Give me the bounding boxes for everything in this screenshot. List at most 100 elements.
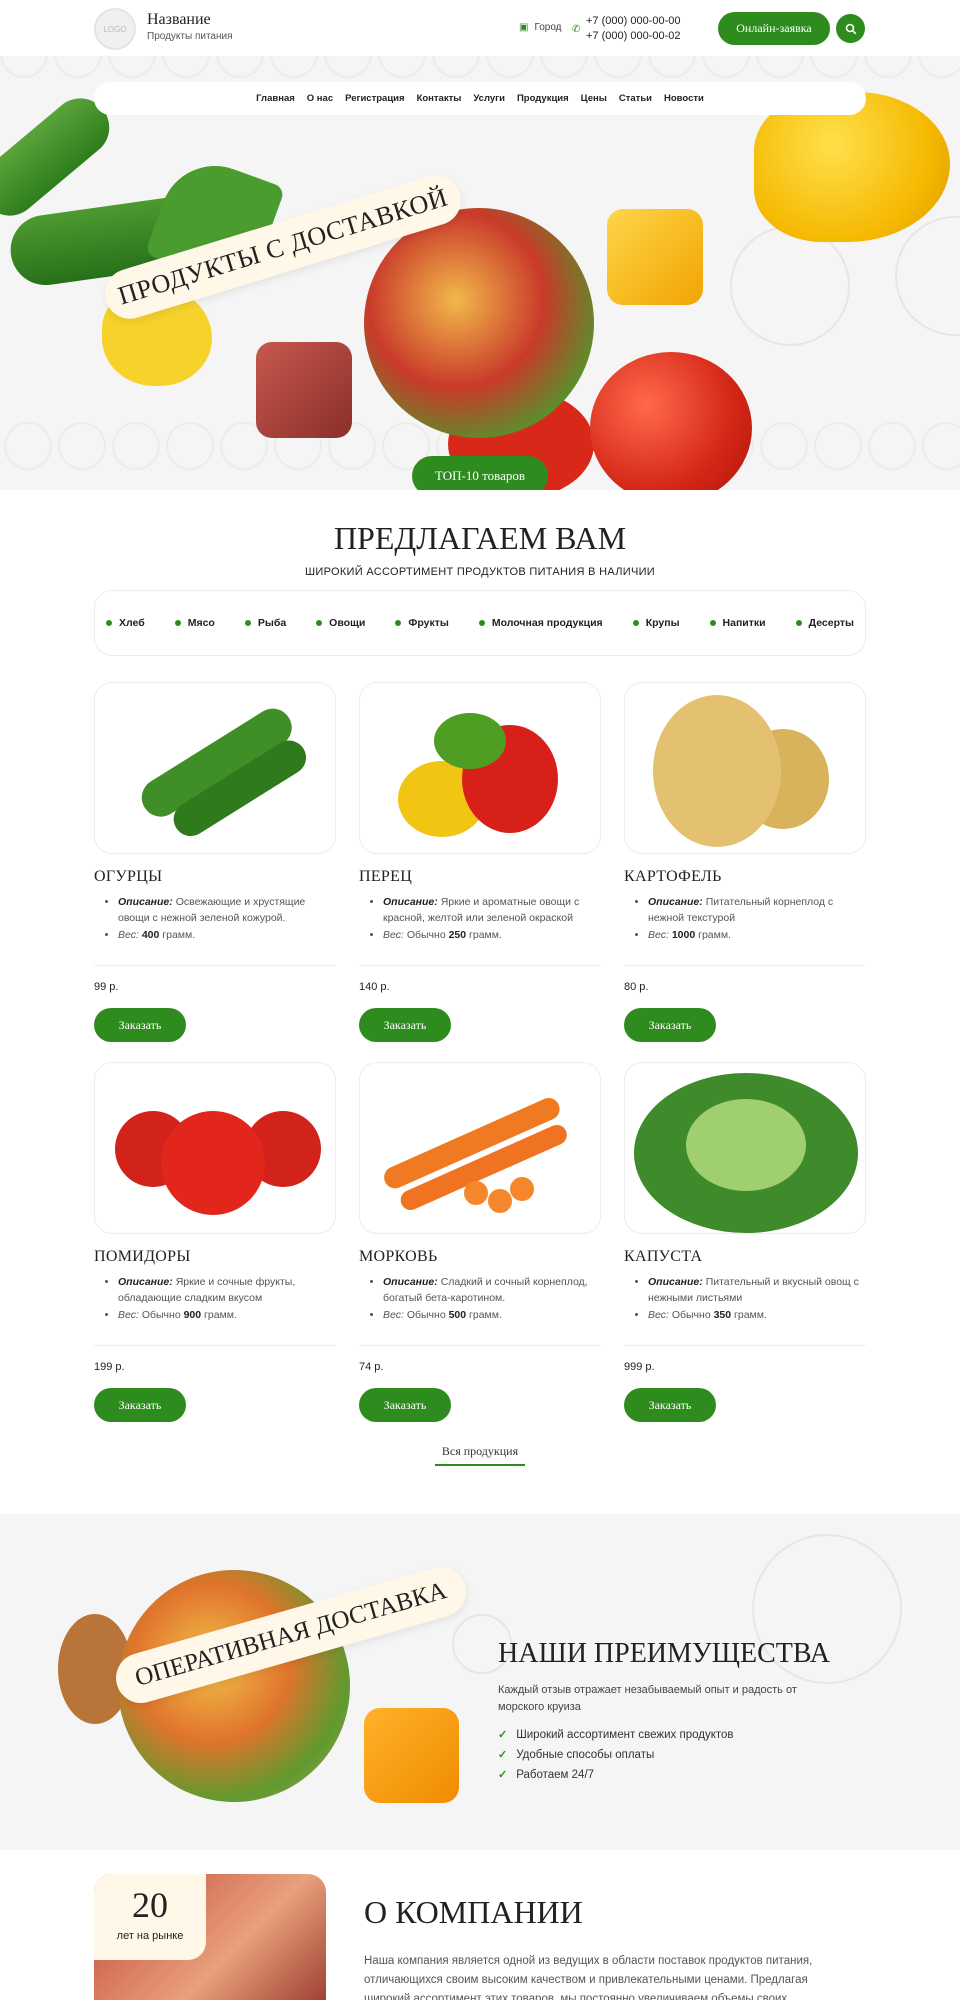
phone-2[interactable]: +7 (000) 000-00-02 — [586, 29, 680, 44]
product-image[interactable] — [624, 682, 866, 854]
bullet-icon — [478, 620, 485, 626]
logo[interactable]: LOGO — [94, 8, 136, 50]
main-nav: Главная О нас Регистрация Контакты Услуг… — [94, 82, 866, 115]
product-name: КАРТОФЕЛЬ — [624, 868, 722, 885]
category-item[interactable]: Мясо — [174, 617, 215, 629]
product-image[interactable] — [359, 682, 601, 854]
nav-item-news[interactable]: Новости — [664, 93, 704, 104]
advantages-subtitle: Каждый отзыв отражает незабываемый опыт … — [498, 1684, 797, 1713]
product-card: МОРКОВЬ Описание: Сладкий и сочный корне… — [359, 1062, 601, 1422]
search-button[interactable] — [836, 14, 865, 43]
category-label: Овощи — [329, 617, 366, 629]
category-item[interactable]: Крупы — [632, 617, 680, 629]
site-header: LOGO Название Продукты питания ▣ Город ✆… — [0, 0, 960, 56]
product-image[interactable] — [624, 1062, 866, 1234]
category-label: Рыба — [257, 617, 287, 629]
nav-item-services[interactable]: Услуги — [473, 93, 505, 104]
order-button[interactable]: Заказать — [94, 1008, 186, 1042]
order-button[interactable]: Заказать — [624, 1388, 716, 1422]
divider — [624, 1345, 866, 1346]
bullet-icon — [244, 620, 251, 626]
years-badge: 20 лет на рынке — [94, 1874, 206, 1960]
order-button[interactable]: Заказать — [624, 1008, 716, 1042]
city-label: Город — [534, 22, 562, 33]
food-assortment-image — [364, 208, 594, 438]
advantages-list: ✓ Широкий ассортимент свежих продуктов ✓ У… — [498, 1728, 734, 1788]
top10-button[interactable]: ТОП-10 товаров — [412, 456, 548, 490]
nav-item-home[interactable]: Главная — [256, 93, 295, 104]
about-text: Наша компания является одной из ведущих … — [364, 1955, 813, 2000]
decor-rings-top — [0, 56, 960, 78]
list-item: ✓ Удобные способы оплаты — [498, 1748, 655, 1762]
phone-icon: ✆ — [572, 24, 581, 35]
category-item[interactable]: Молочная продукция — [478, 617, 603, 629]
product-card: КАПУСТА Описание: Питательный и вкусный … — [624, 1062, 866, 1422]
category-item[interactable]: Рыба — [244, 617, 287, 629]
tomato-image — [590, 352, 752, 490]
product-image[interactable] — [359, 1062, 601, 1234]
product-price: 99 р. — [94, 981, 119, 993]
nav-item-registration[interactable]: Регистрация — [345, 93, 404, 104]
order-button[interactable]: Заказать — [359, 1008, 451, 1042]
product-details: Описание: Питательный и вкусный овощ с н… — [624, 1274, 866, 1323]
divider — [359, 1345, 601, 1346]
all-products-link[interactable]: Вся продукция — [435, 1444, 525, 1466]
online-request-button[interactable]: Онлайн-заявка — [718, 12, 830, 45]
nav-item-contacts[interactable]: Контакты — [417, 93, 462, 104]
phones: ✆ +7 (000) 000-00-00 +7 (000) 000-00-02 — [572, 14, 680, 44]
advantages-title: НАШИ ПРЕИМУЩЕСТВА — [498, 1638, 831, 1669]
category-label: Мясо — [187, 617, 215, 629]
bullet-icon — [632, 620, 639, 626]
divider — [624, 965, 866, 966]
list-item: ✓ Широкий ассортимент свежих продуктов — [498, 1728, 734, 1742]
bullet-icon — [105, 620, 112, 626]
product-price: 999 р. — [624, 1361, 655, 1373]
phone-1[interactable]: +7 (000) 000-00-00 — [586, 14, 680, 29]
bullet-icon — [316, 620, 323, 626]
product-image[interactable] — [94, 682, 336, 854]
bullet-icon — [709, 620, 716, 626]
product-details: Описание: Питательный корнеплод с нежной… — [624, 894, 866, 943]
product-details: Описание: Яркие и сочные фрукты, обладаю… — [94, 1274, 336, 1323]
list-item: ✓ Работаем 24/7 — [498, 1768, 595, 1782]
nav-item-articles[interactable]: Статьи — [619, 93, 652, 104]
category-item[interactable]: Овощи — [316, 617, 365, 629]
category-item[interactable]: Фрукты — [395, 617, 449, 629]
category-item[interactable]: Хлеб — [105, 617, 145, 629]
offer-subtitle: ШИРОКИЙ АССОРТИМЕНТ ПРОДУКТОВ ПИТАНИЯ В … — [305, 566, 655, 578]
check-icon: ✓ — [498, 1729, 508, 1741]
years-number: 20 — [132, 1885, 168, 1925]
nav-item-products[interactable]: Продукция — [517, 93, 569, 104]
meat-image — [256, 342, 352, 438]
category-label: Молочная продукция — [491, 617, 603, 629]
category-label: Крупы — [645, 617, 680, 629]
divider — [94, 1345, 336, 1346]
divider — [94, 965, 336, 966]
brand-subtitle: Продукты питания — [147, 31, 233, 42]
nav-item-prices[interactable]: Цены — [581, 93, 607, 104]
bullet-icon — [395, 620, 402, 626]
check-icon: ✓ — [498, 1769, 508, 1781]
product-card: ПОМИДОРЫ Описание: Яркие и сочные фрукты… — [94, 1062, 336, 1422]
category-label: Десерты — [808, 617, 854, 629]
city-selector[interactable]: ▣ Город — [519, 22, 562, 33]
category-item[interactable]: Напитки — [709, 617, 766, 629]
location-icon: ▣ — [519, 22, 529, 33]
product-details: Описание: Яркие и ароматные овощи с крас… — [359, 894, 601, 943]
product-price: 74 р. — [359, 1361, 384, 1373]
order-button[interactable]: Заказать — [94, 1388, 186, 1422]
cabbage-sketch — [895, 216, 960, 336]
product-card: ПЕРЕЦ Описание: Яркие и ароматные овощи … — [359, 682, 601, 1042]
product-image[interactable] — [94, 1062, 336, 1234]
order-button[interactable]: Заказать — [359, 1388, 451, 1422]
category-label: Хлеб — [118, 617, 145, 629]
nav-item-about[interactable]: О нас — [307, 93, 333, 104]
category-item[interactable]: Десерты — [795, 617, 854, 629]
product-name: ОГУРЦЫ — [94, 868, 163, 885]
years-label: лет на рынке — [116, 1930, 184, 1942]
product-price: 140 р. — [359, 981, 390, 993]
product-name: КАПУСТА — [624, 1248, 703, 1265]
category-label: Напитки — [722, 617, 766, 629]
product-name: ПОМИДОРЫ — [94, 1248, 191, 1265]
bullet-icon — [795, 620, 802, 626]
